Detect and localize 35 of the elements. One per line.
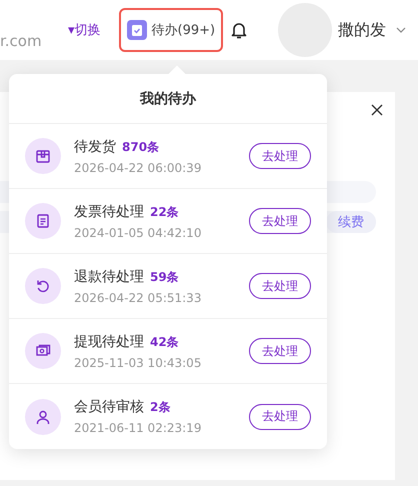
process-button[interactable]: 去处理 (249, 338, 311, 364)
chevron-down-icon (396, 27, 406, 33)
todo-button[interactable]: 待办(99+) (118, 8, 224, 52)
process-button[interactable]: 去处理 (249, 273, 311, 299)
todo-count: 2条 (150, 399, 170, 416)
todo-title: 提现待处理 (74, 332, 144, 350)
todo-time: 2024-01-05 04:42:10 (74, 226, 202, 240)
refresh-icon (25, 268, 61, 304)
user-icon (25, 398, 61, 434)
process-button[interactable]: 去处理 (249, 208, 311, 234)
site-url: r.com (0, 32, 43, 50)
todo-time: 2025-11-03 10:43:05 (74, 356, 202, 370)
todo-time: 2026-04-22 06:00:39 (74, 160, 202, 174)
todo-title: 发票待处理 (74, 202, 144, 220)
package-icon (25, 138, 61, 174)
bell-icon[interactable] (231, 21, 248, 39)
process-button[interactable]: 去处理 (249, 143, 311, 169)
todo-time: 2026-04-22 05:51:33 (74, 290, 202, 304)
renew-button[interactable]: 续费 (326, 211, 376, 233)
todo-title: 退款待处理 (74, 268, 144, 286)
todo-title: 会员待审核 (74, 398, 144, 416)
todo-time: 2021-06-11 02:23:19 (74, 421, 202, 435)
todo-count: 42条 (150, 334, 179, 350)
clipboard-check-icon (126, 20, 147, 40)
document-icon (25, 203, 61, 239)
switch-link[interactable]: ▾切换 (68, 21, 101, 39)
close-icon[interactable] (371, 104, 383, 116)
panel-title: 我的待办 (9, 74, 327, 124)
cash-icon (25, 333, 61, 369)
process-button[interactable]: 去处理 (249, 404, 311, 430)
todo-count: 22条 (150, 204, 179, 220)
todo-count: 870条 (122, 138, 160, 156)
user-name[interactable]: 撒的发 (338, 20, 386, 40)
todo-count: 59条 (150, 268, 179, 286)
todo-title: 待发货 (74, 138, 116, 156)
